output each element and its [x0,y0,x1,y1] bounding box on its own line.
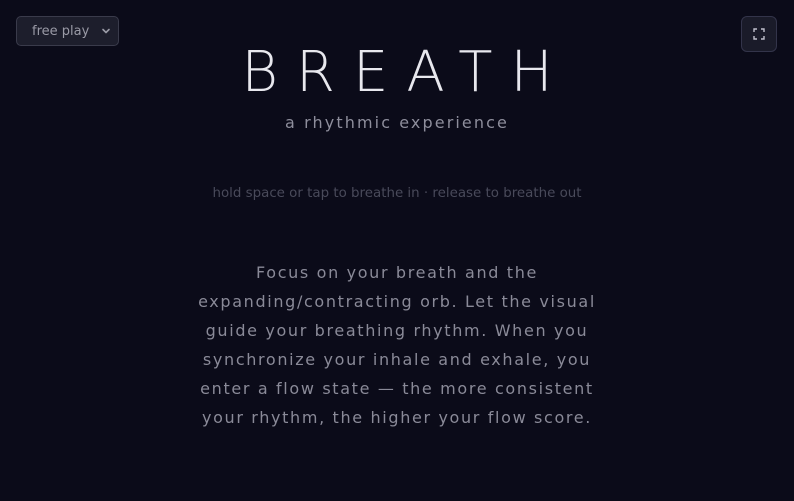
mode-select-value: free play [32,23,90,39]
chevron-down-icon [102,28,110,34]
game-title: BREATH [241,40,571,105]
instructions-text: Focus on your breath and the expanding/c… [198,263,596,427]
controls-hint: hold space or tap to breathe in · releas… [212,186,582,201]
game-subtitle: a rhythmic experience [285,113,509,132]
